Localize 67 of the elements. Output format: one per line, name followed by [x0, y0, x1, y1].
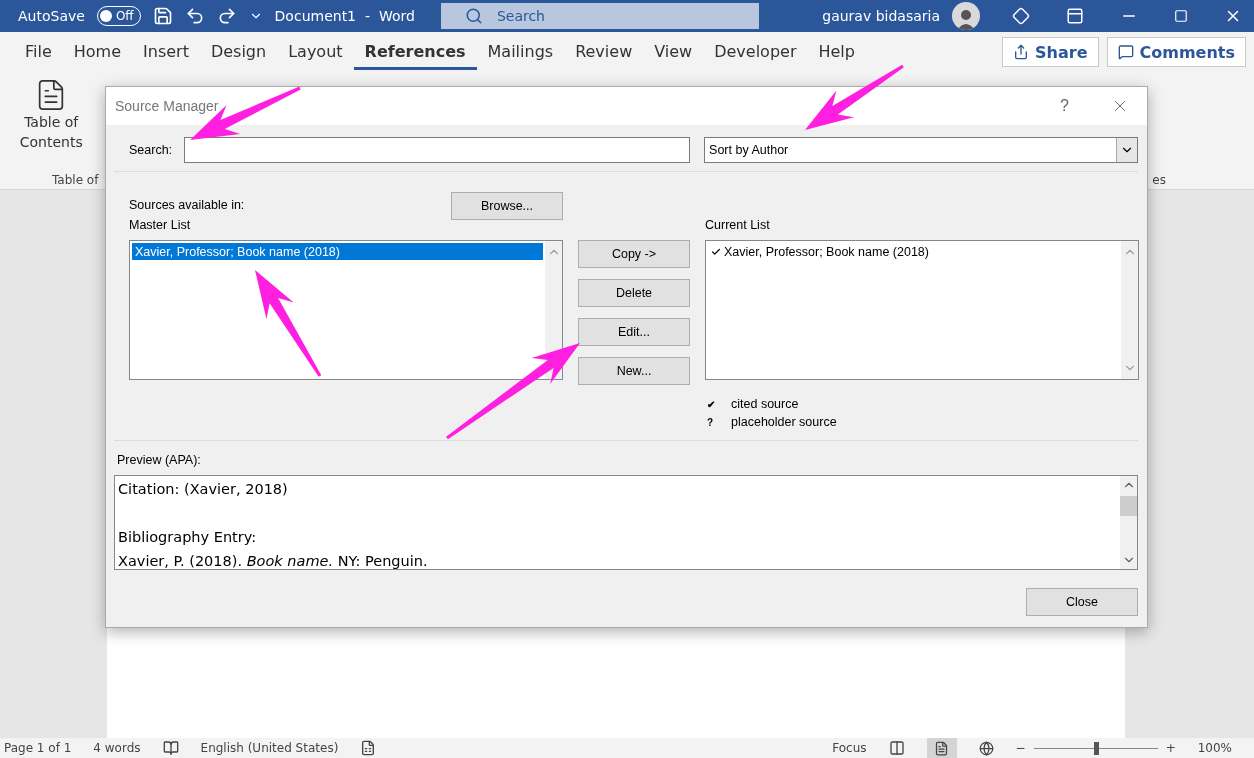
ribbon-tab[interactable]: Layout [277, 34, 354, 70]
help-button[interactable]: ? [1054, 96, 1075, 116]
web-layout-icon[interactable] [978, 740, 994, 756]
preview-label: Preview (APA): [116, 453, 202, 467]
proofing-icon[interactable] [162, 740, 179, 756]
user-name: gaurav bidasaria [822, 8, 940, 24]
search-field[interactable]: Search [440, 3, 759, 29]
avatar[interactable] [952, 2, 980, 30]
read-mode-icon[interactable] [888, 740, 905, 756]
autosave-label: AutoSave [18, 8, 85, 24]
dialog-title: Source Manager [115, 98, 220, 114]
dialog-button[interactable]: New... [578, 357, 690, 385]
ribbon-tab[interactable]: Insert [132, 34, 200, 70]
preview-line: Xavier, P. (2018). Book name. NY: Penguin. [118, 552, 429, 569]
maximize-icon[interactable] [1174, 9, 1188, 23]
current-list-label: Current List [705, 218, 770, 232]
language: English (United States) [200, 741, 339, 755]
window-title: Document1 - Word [274, 8, 415, 24]
page-count: Page 1 of 1 [4, 741, 72, 755]
ribbon-tab[interactable]: File [14, 34, 63, 70]
document-icon [934, 740, 950, 756]
ribbon-tab[interactable]: Design [199, 34, 278, 70]
source-item[interactable]: Xavier, Professor; Book name (2018) [132, 243, 543, 260]
source-item[interactable]: Xavier, Professor; Book name (2018) [708, 243, 1119, 260]
zoom-in-button[interactable]: + [1165, 741, 1176, 755]
save-icon[interactable] [152, 6, 173, 26]
dialog-button[interactable]: Delete [578, 279, 690, 307]
ribbon-tab[interactable]: Review [564, 34, 644, 70]
legend-label: placeholder source [731, 415, 837, 429]
diamond-icon[interactable] [1012, 7, 1030, 25]
ribbon-tab[interactable]: Home [62, 34, 133, 70]
group-label: es [1152, 173, 1166, 187]
browse-button[interactable]: Browse... [451, 192, 563, 220]
focus-button[interactable]: Focus [832, 741, 867, 755]
preview-line: Citation: (Xavier, 2018) [118, 480, 289, 499]
group-label: Table of [51, 173, 99, 187]
master-list-label: Master List [129, 218, 192, 232]
search-icon [464, 7, 483, 25]
share-button[interactable]: Share [1002, 37, 1099, 67]
zoom-level[interactable]: 100% [1197, 741, 1232, 755]
ribbon-tab[interactable]: View [643, 34, 704, 70]
ribbon-display-icon[interactable] [1066, 7, 1084, 25]
print-layout-button[interactable] [926, 738, 957, 758]
ribbon-tab[interactable]: Developer [703, 34, 808, 70]
sources-label: Sources available in: [129, 198, 245, 212]
zoom-out-button[interactable]: − [1015, 741, 1026, 755]
ribbon-tab[interactable]: Help [807, 34, 866, 70]
close-button[interactable]: Close [1026, 588, 1138, 616]
sort-dropdown[interactable]: Sort by Author [704, 137, 1138, 163]
macro-icon[interactable] [360, 740, 377, 756]
table-of-contents-button[interactable]: Table of Contents [4, 78, 99, 152]
zoom-thumb[interactable] [1093, 741, 1099, 755]
search-field[interactable] [184, 137, 691, 163]
dialog-button[interactable]: Edit... [578, 318, 690, 346]
comment-icon [1117, 44, 1134, 60]
legend-symbol: ✔ [707, 398, 715, 410]
comments-button[interactable]: Comments [1106, 37, 1246, 67]
ribbon-tab[interactable]: Mailings [476, 34, 565, 70]
search-label: Search: [129, 143, 173, 157]
dialog-button[interactable]: Copy -> [578, 240, 690, 268]
word-count: 4 words [93, 741, 141, 755]
legend-label: cited source [731, 397, 799, 411]
preview-line: Bibliography Entry: [118, 528, 258, 547]
scroll-thumb[interactable] [1120, 496, 1137, 516]
share-icon [1013, 44, 1030, 60]
legend-symbol: ? [707, 416, 715, 428]
undo-icon[interactable] [184, 6, 205, 26]
